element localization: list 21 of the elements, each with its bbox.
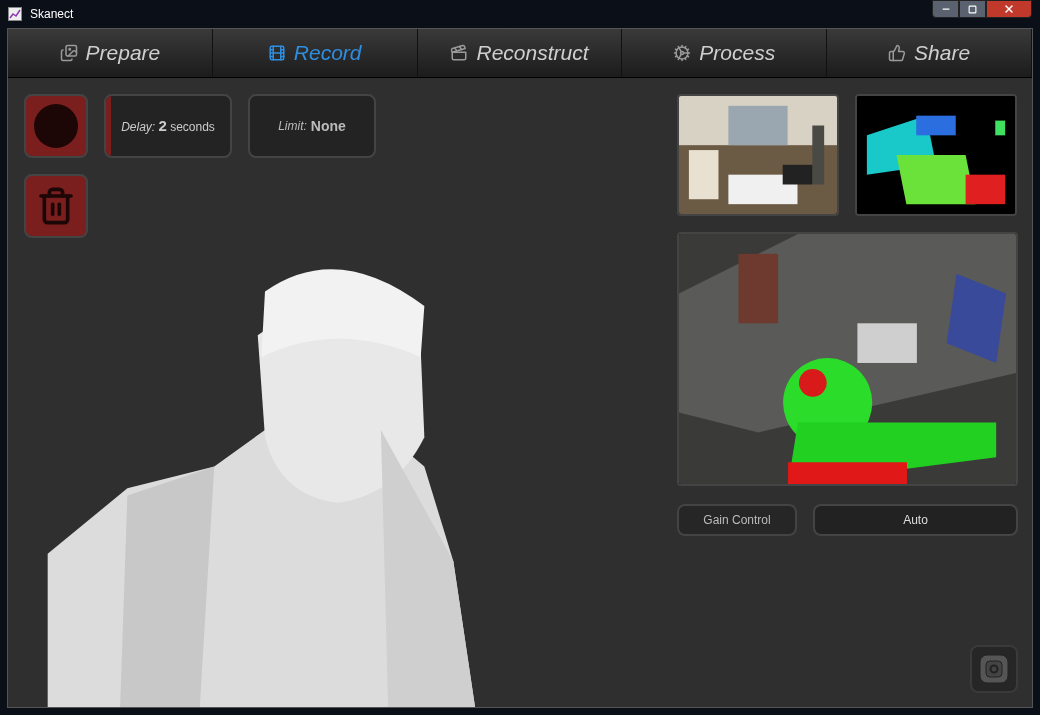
maximize-button[interactable]	[959, 0, 986, 18]
tab[interactable]: Share	[827, 29, 1032, 77]
gain-control-button[interactable]: Gain Control	[677, 504, 797, 536]
close-icon	[1003, 3, 1015, 15]
minimize-button[interactable]	[932, 0, 959, 18]
thumbs-up-icon	[888, 44, 907, 62]
close-button[interactable]	[986, 0, 1032, 18]
photos-icon	[59, 44, 78, 62]
maximize-icon	[968, 4, 977, 14]
window-title: Skanect	[30, 6, 74, 23]
delay-button[interactable]: Delay: 2 seconds	[104, 94, 232, 158]
tab[interactable]: Reconstruct	[417, 29, 623, 77]
trash-icon	[36, 186, 76, 226]
tab[interactable]: Record	[212, 29, 418, 77]
limit-button[interactable]: Limit: None	[248, 94, 376, 158]
chart-icon	[8, 7, 22, 21]
camera-icon	[979, 654, 1009, 684]
tab[interactable]: Prepare	[8, 29, 213, 77]
tab[interactable]: Process	[622, 29, 828, 77]
gain-dropdown[interactable]: Auto	[813, 504, 1018, 536]
record-icon	[34, 104, 78, 148]
